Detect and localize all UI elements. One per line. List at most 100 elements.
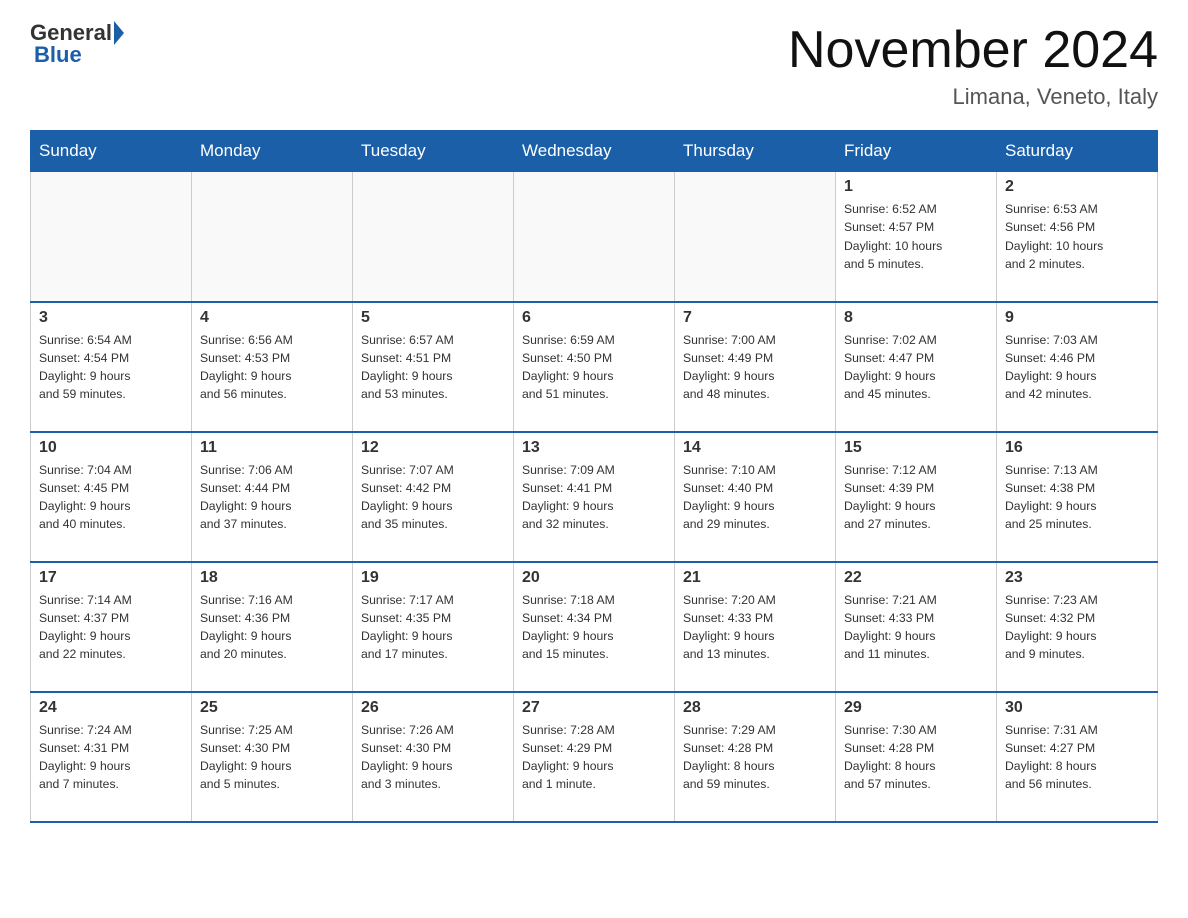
day-info: Sunrise: 7:29 AM Sunset: 4:28 PM Dayligh…: [683, 721, 827, 794]
day-info: Sunrise: 7:30 AM Sunset: 4:28 PM Dayligh…: [844, 721, 988, 794]
calendar-cell: 21Sunrise: 7:20 AM Sunset: 4:33 PM Dayli…: [675, 562, 836, 692]
day-number: 30: [1005, 699, 1149, 717]
day-info: Sunrise: 6:57 AM Sunset: 4:51 PM Dayligh…: [361, 331, 505, 404]
day-info: Sunrise: 7:02 AM Sunset: 4:47 PM Dayligh…: [844, 331, 988, 404]
calendar-cell: 15 Sunrise: 7:12 AM Sunset: 4:39 PM Dayli…: [836, 432, 997, 562]
calendar-cell: 16Sunrise: 7:13 AM Sunset: 4:38 PM Dayli…: [997, 432, 1158, 562]
day-info: Sunrise: 7:04 AM Sunset: 4:45 PM Dayligh…: [39, 461, 183, 534]
day-info: Sunrise: 6:54 AM Sunset: 4:54 PM Dayligh…: [39, 331, 183, 404]
calendar-cell: 20 Sunrise: 7:18 AM Sunset: 4:34 PM Dayli…: [514, 562, 675, 692]
day-info: Sunrise: 6:59 AM Sunset: 4:50 PM Dayligh…: [522, 331, 666, 404]
calendar-week-row: 1 Sunrise: 6:52 AM Sunset: 4:57 PM Daylig…: [31, 172, 1158, 302]
day-number: 13: [522, 439, 666, 457]
calendar-cell: 18 Sunrise: 7:16 AM Sunset: 4:36 PM Dayli…: [192, 562, 353, 692]
calendar-cell: 25Sunrise: 7:25 AM Sunset: 4:30 PM Dayli…: [192, 692, 353, 822]
day-info: Sunrise: 7:10 AM Sunset: 4:40 PM Dayligh…: [683, 461, 827, 534]
day-info: Sunrise: 7:18 AM Sunset: 4:34 PM Dayligh…: [522, 591, 666, 664]
title-section: November 2024 Limana, Veneto, Italy: [788, 20, 1158, 110]
calendar-body: 1 Sunrise: 6:52 AM Sunset: 4:57 PM Daylig…: [31, 172, 1158, 822]
weekday-header-sunday: Sunday: [31, 131, 192, 172]
day-info: Sunrise: 7:16 AM Sunset: 4:36 PM Dayligh…: [200, 591, 344, 664]
day-info: Sunrise: 7:28 AM Sunset: 4:29 PM Dayligh…: [522, 721, 666, 794]
day-info: Sunrise: 7:12 AM Sunset: 4:39 PM Dayligh…: [844, 461, 988, 534]
day-info: Sunrise: 6:52 AM Sunset: 4:57 PM Dayligh…: [844, 200, 988, 273]
weekday-header-saturday: Saturday: [997, 131, 1158, 172]
calendar-cell: 9 Sunrise: 7:03 AM Sunset: 4:46 PM Daylig…: [997, 302, 1158, 432]
calendar-cell: 6 Sunrise: 6:59 AM Sunset: 4:50 PM Daylig…: [514, 302, 675, 432]
calendar-cell: 19 Sunrise: 7:17 AM Sunset: 4:35 PM Dayli…: [353, 562, 514, 692]
calendar-cell: 24Sunrise: 7:24 AM Sunset: 4:31 PM Dayli…: [31, 692, 192, 822]
calendar-cell: 14 Sunrise: 7:10 AM Sunset: 4:40 PM Dayli…: [675, 432, 836, 562]
day-info: Sunrise: 7:31 AM Sunset: 4:27 PM Dayligh…: [1005, 721, 1149, 794]
calendar-subtitle: Limana, Veneto, Italy: [788, 84, 1158, 110]
day-number: 10: [39, 439, 183, 457]
day-number: 22: [844, 569, 988, 587]
day-number: 28: [683, 699, 827, 717]
calendar-week-row: 17 Sunrise: 7:14 AM Sunset: 4:37 PM Dayli…: [31, 562, 1158, 692]
day-number: 9: [1005, 309, 1149, 327]
calendar-header: SundayMondayTuesdayWednesdayThursdayFrid…: [31, 131, 1158, 172]
day-number: 5: [361, 309, 505, 327]
calendar-week-row: 3 Sunrise: 6:54 AM Sunset: 4:54 PM Daylig…: [31, 302, 1158, 432]
calendar-cell: 7 Sunrise: 7:00 AM Sunset: 4:49 PM Daylig…: [675, 302, 836, 432]
calendar-cell: 2Sunrise: 6:53 AM Sunset: 4:56 PM Daylig…: [997, 172, 1158, 302]
day-info: Sunrise: 6:53 AM Sunset: 4:56 PM Dayligh…: [1005, 200, 1149, 273]
day-info: Sunrise: 7:14 AM Sunset: 4:37 PM Dayligh…: [39, 591, 183, 664]
day-number: 19: [361, 569, 505, 587]
calendar-cell: 5 Sunrise: 6:57 AM Sunset: 4:51 PM Daylig…: [353, 302, 514, 432]
weekday-header-thursday: Thursday: [675, 131, 836, 172]
calendar-cell: 4 Sunrise: 6:56 AM Sunset: 4:53 PM Daylig…: [192, 302, 353, 432]
day-info: Sunrise: 7:09 AM Sunset: 4:41 PM Dayligh…: [522, 461, 666, 534]
day-number: 16: [1005, 439, 1149, 457]
day-info: Sunrise: 7:23 AM Sunset: 4:32 PM Dayligh…: [1005, 591, 1149, 664]
calendar-table: SundayMondayTuesdayWednesdayThursdayFrid…: [30, 130, 1158, 823]
calendar-week-row: 10 Sunrise: 7:04 AM Sunset: 4:45 PM Dayli…: [31, 432, 1158, 562]
calendar-cell: 27 Sunrise: 7:28 AM Sunset: 4:29 PM Dayli…: [514, 692, 675, 822]
day-number: 3: [39, 309, 183, 327]
logo-triangle-icon: [114, 21, 124, 45]
day-number: 20: [522, 569, 666, 587]
calendar-cell: 13 Sunrise: 7:09 AM Sunset: 4:41 PM Dayli…: [514, 432, 675, 562]
day-number: 17: [39, 569, 183, 587]
calendar-cell: 12Sunrise: 7:07 AM Sunset: 4:42 PM Dayli…: [353, 432, 514, 562]
calendar-cell: 17 Sunrise: 7:14 AM Sunset: 4:37 PM Dayli…: [31, 562, 192, 692]
day-info: Sunrise: 6:56 AM Sunset: 4:53 PM Dayligh…: [200, 331, 344, 404]
calendar-cell: 29Sunrise: 7:30 AM Sunset: 4:28 PM Dayli…: [836, 692, 997, 822]
weekday-header-tuesday: Tuesday: [353, 131, 514, 172]
weekday-header-monday: Monday: [192, 131, 353, 172]
calendar-cell: 1 Sunrise: 6:52 AM Sunset: 4:57 PM Daylig…: [836, 172, 997, 302]
day-number: 1: [844, 178, 988, 196]
day-number: 14: [683, 439, 827, 457]
weekday-header-friday: Friday: [836, 131, 997, 172]
day-info: Sunrise: 7:00 AM Sunset: 4:49 PM Dayligh…: [683, 331, 827, 404]
calendar-cell: 3 Sunrise: 6:54 AM Sunset: 4:54 PM Daylig…: [31, 302, 192, 432]
calendar-cell: 22Sunrise: 7:21 AM Sunset: 4:33 PM Dayli…: [836, 562, 997, 692]
page-header: General Blue November 2024 Limana, Venet…: [30, 20, 1158, 110]
day-number: 21: [683, 569, 827, 587]
day-number: 6: [522, 309, 666, 327]
day-number: 18: [200, 569, 344, 587]
day-number: 4: [200, 309, 344, 327]
calendar-title: November 2024: [788, 20, 1158, 80]
calendar-cell: 8 Sunrise: 7:02 AM Sunset: 4:47 PM Daylig…: [836, 302, 997, 432]
day-number: 24: [39, 699, 183, 717]
calendar-cell: [31, 172, 192, 302]
day-info: Sunrise: 7:26 AM Sunset: 4:30 PM Dayligh…: [361, 721, 505, 794]
day-info: Sunrise: 7:17 AM Sunset: 4:35 PM Dayligh…: [361, 591, 505, 664]
calendar-cell: 10 Sunrise: 7:04 AM Sunset: 4:45 PM Dayli…: [31, 432, 192, 562]
day-number: 15: [844, 439, 988, 457]
day-number: 8: [844, 309, 988, 327]
day-number: 12: [361, 439, 505, 457]
logo: General Blue: [30, 20, 124, 68]
day-number: 27: [522, 699, 666, 717]
calendar-cell: 28 Sunrise: 7:29 AM Sunset: 4:28 PM Dayli…: [675, 692, 836, 822]
calendar-cell: [353, 172, 514, 302]
calendar-week-row: 24Sunrise: 7:24 AM Sunset: 4:31 PM Dayli…: [31, 692, 1158, 822]
calendar-cell: 11Sunrise: 7:06 AM Sunset: 4:44 PM Dayli…: [192, 432, 353, 562]
day-info: Sunrise: 7:03 AM Sunset: 4:46 PM Dayligh…: [1005, 331, 1149, 404]
day-number: 7: [683, 309, 827, 327]
calendar-cell: [514, 172, 675, 302]
calendar-cell: 23Sunrise: 7:23 AM Sunset: 4:32 PM Dayli…: [997, 562, 1158, 692]
weekday-header-row: SundayMondayTuesdayWednesdayThursdayFrid…: [31, 131, 1158, 172]
calendar-cell: 26Sunrise: 7:26 AM Sunset: 4:30 PM Dayli…: [353, 692, 514, 822]
